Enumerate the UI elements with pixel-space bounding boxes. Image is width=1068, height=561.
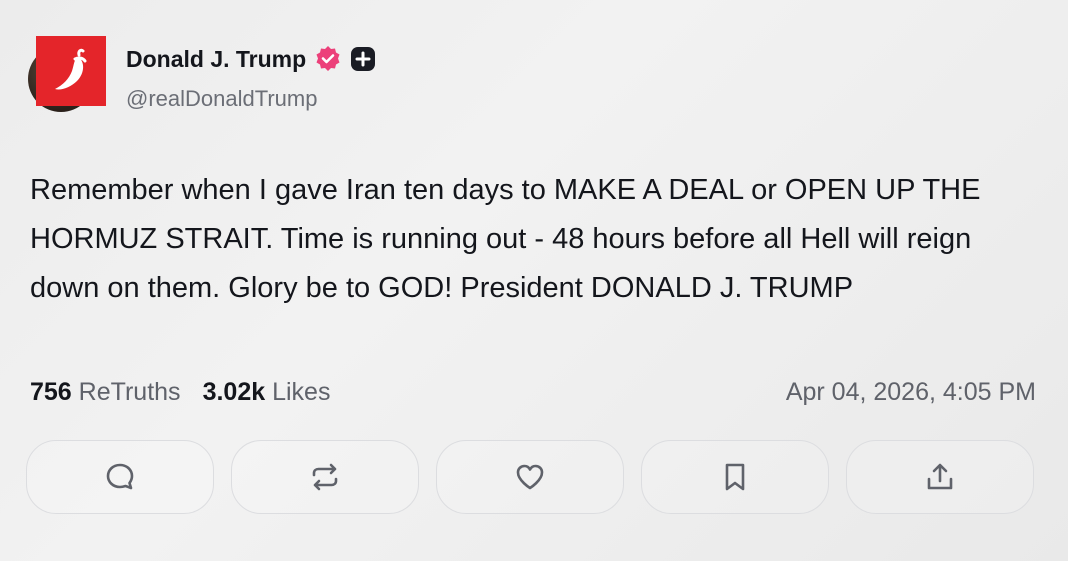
like-button[interactable] <box>436 440 624 514</box>
retruth-button[interactable] <box>231 440 419 514</box>
retruths-label: ReTruths <box>78 378 181 406</box>
subscriber-plus-icon <box>350 46 376 72</box>
chili-pepper-icon <box>55 48 87 90</box>
author-handle[interactable]: @realDonaldTrump <box>126 86 317 112</box>
author-name-row: Donald J. Trump <box>126 45 376 73</box>
chili-pepper-logo <box>36 36 106 106</box>
bookmark-icon <box>725 463 745 491</box>
post-card: Donald J. Trump @realDonaldTrump Remembe… <box>0 0 1068 561</box>
avatar[interactable] <box>28 36 108 112</box>
share-button[interactable] <box>846 440 1034 514</box>
likes-count: 3.02k <box>202 378 266 406</box>
verified-icon <box>314 45 342 73</box>
likes-stat[interactable]: 3.02k Likes <box>203 378 331 407</box>
engagement-stats: 756 ReTruths 3.02k Likes <box>30 378 330 407</box>
share-icon <box>927 463 953 490</box>
retruth-icon <box>312 463 338 491</box>
like-icon <box>516 464 544 490</box>
likes-label: Likes <box>272 378 331 406</box>
bookmark-button[interactable] <box>641 440 829 514</box>
retruths-stat[interactable]: 756 ReTruths <box>30 378 181 407</box>
action-bar <box>26 440 1034 514</box>
reply-icon <box>106 463 134 490</box>
author-name[interactable]: Donald J. Trump <box>126 46 306 73</box>
post-text: Remember when I gave Iran ten days to MA… <box>30 174 981 304</box>
retruths-count: 756 <box>30 378 72 406</box>
reply-button[interactable] <box>26 440 214 514</box>
post-timestamp: Apr 04, 2026, 4:05 PM <box>785 378 1036 406</box>
